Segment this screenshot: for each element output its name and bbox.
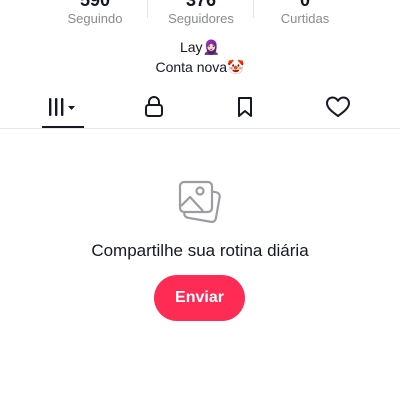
selected-tab-indicator bbox=[42, 126, 84, 128]
following-stat[interactable]: 590 Seguindo bbox=[40, 0, 150, 28]
bio-line-1: Lay🧕🏻 bbox=[179, 39, 220, 55]
likes-stat[interactable]: 0 Curtidas bbox=[250, 0, 360, 28]
likes-count: 0 bbox=[299, 0, 310, 10]
tab-private[interactable] bbox=[124, 86, 184, 128]
empty-state-title: Compartilhe sua rotina diária bbox=[91, 241, 309, 260]
followers-stat[interactable]: 376 Seguidores bbox=[146, 0, 256, 28]
upload-button[interactable]: Enviar bbox=[154, 275, 245, 321]
followers-count: 376 bbox=[185, 0, 217, 10]
following-label: Seguindo bbox=[67, 11, 123, 26]
bio-line-2: Conta nova🤡 bbox=[155, 59, 245, 75]
tab-liked[interactable] bbox=[308, 86, 368, 128]
likes-label: Curtidas bbox=[280, 11, 330, 26]
tab-videos[interactable] bbox=[32, 86, 92, 128]
bookmark-icon bbox=[238, 97, 252, 117]
photos-icon bbox=[178, 180, 221, 224]
profile-tabs bbox=[0, 86, 400, 129]
following-count: 590 bbox=[79, 0, 111, 10]
grid-bars-icon bbox=[49, 98, 75, 116]
tab-saved[interactable] bbox=[215, 86, 275, 128]
profile-stats: 590 Seguindo 376 Seguidores 0 Curtidas bbox=[0, 0, 400, 30]
heart-icon bbox=[326, 96, 350, 117]
lock-icon bbox=[145, 96, 163, 117]
followers-label: Seguidores bbox=[168, 11, 234, 26]
